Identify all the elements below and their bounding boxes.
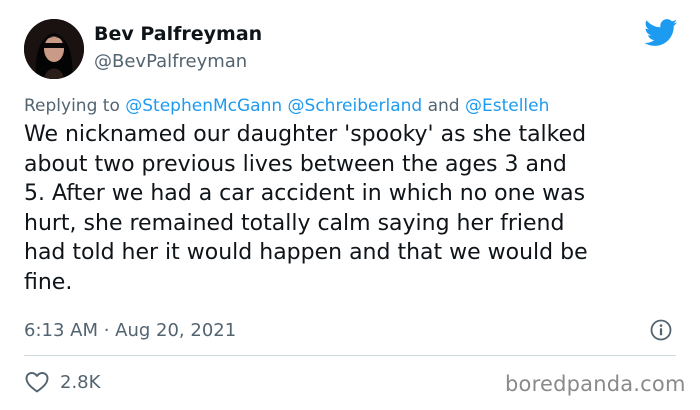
info-icon[interactable] [650,319,672,341]
boredpanda-watermark: boredpanda.com [505,372,686,396]
tweet-text: We nicknamed our daughter 'spooky' as sh… [24,122,588,295]
mention-link-schreiberland[interactable]: @Schreiberland [288,96,423,116]
author-display-name[interactable]: Bev Palfreyman [94,23,262,45]
heart-icon [25,372,49,393]
mention-link-stephenmcgann[interactable]: @StephenMcGann [125,96,282,116]
author-avatar[interactable] [24,19,84,79]
replying-to-line: Replying to @StephenMcGann @Schreiberlan… [24,96,549,116]
mention-link-estelleh[interactable]: @Estelleh [465,96,549,116]
twitter-bird-icon[interactable] [644,19,678,47]
like-count: 2.8K [60,371,101,393]
avatar-photo-icon [24,19,84,79]
replying-to-prefix: Replying to [24,96,120,116]
author-handle[interactable]: @BevPalfreyman [94,51,247,72]
like-button[interactable]: 2.8K [24,370,100,394]
tweet-timestamp[interactable]: 6:13 AM · Aug 20, 2021 [24,320,236,341]
replying-to-conjunction: and [427,96,460,116]
divider [24,355,676,356]
tweet-card: Bev Palfreyman @BevPalfreyman Replying t… [0,0,700,410]
